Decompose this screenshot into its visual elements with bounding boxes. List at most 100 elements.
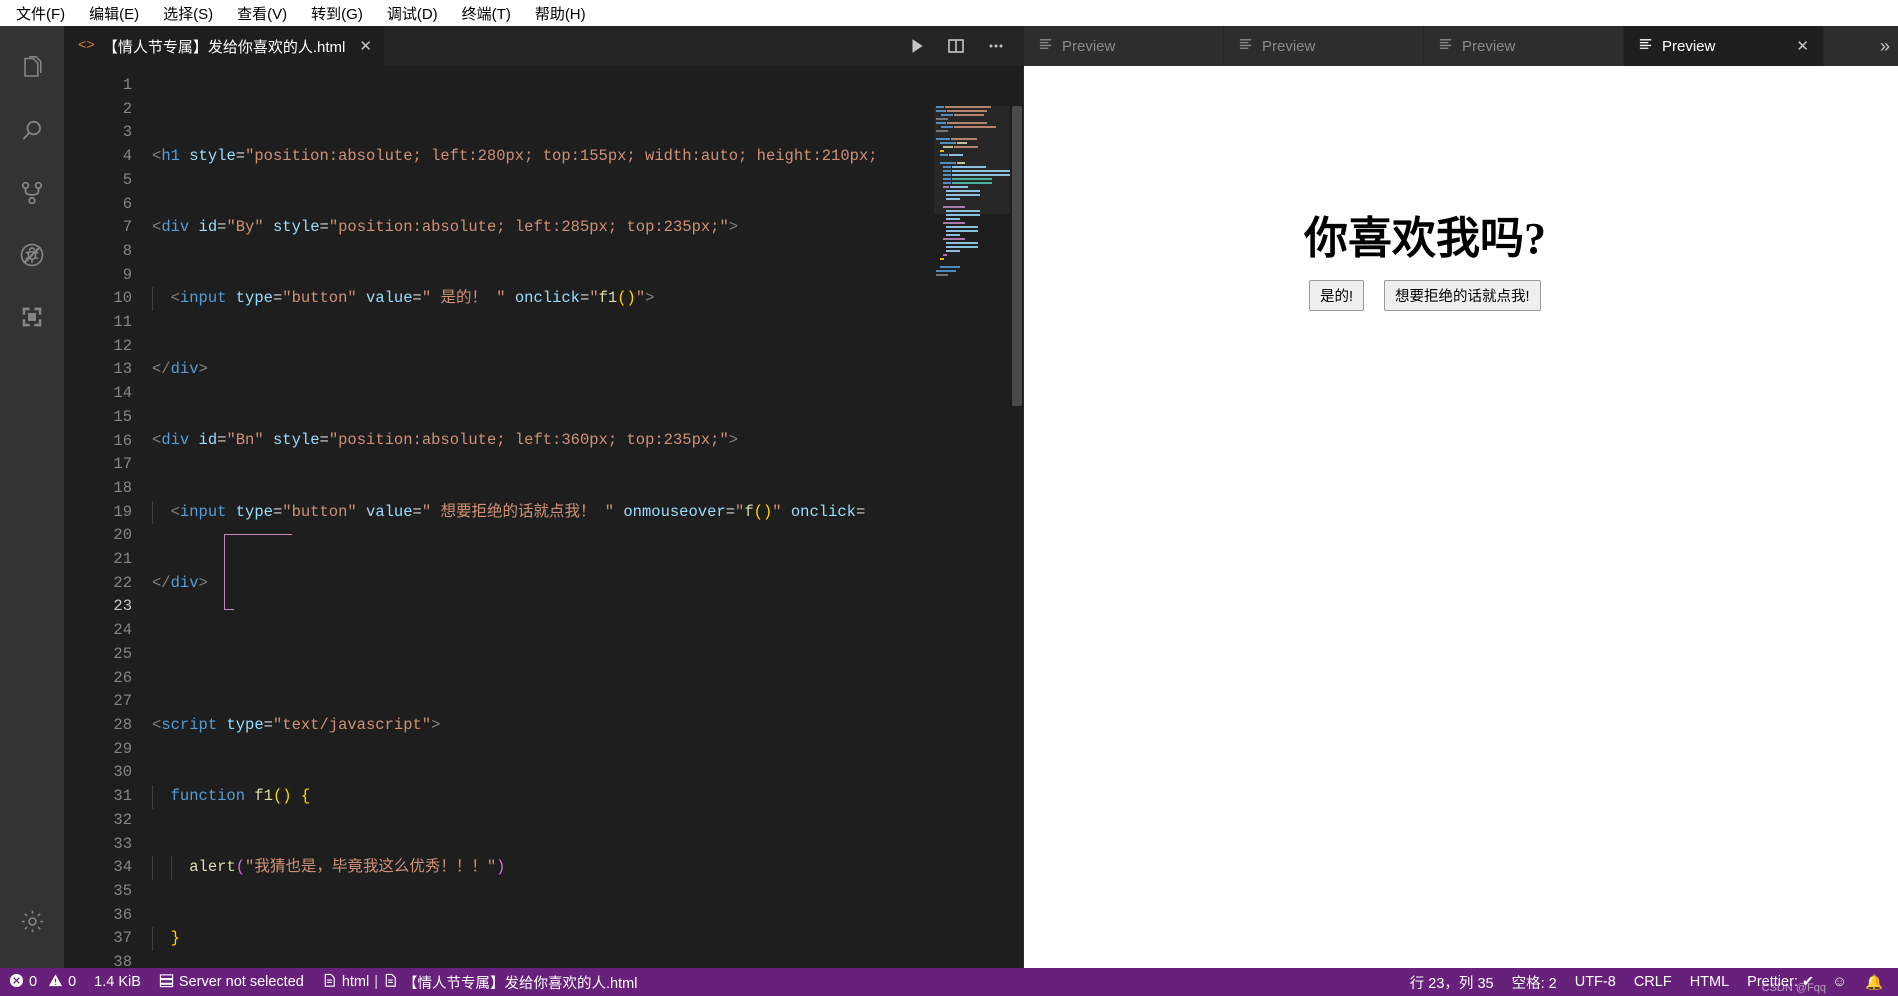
status-bar: 0 0 1.4 KiB Server not selected html | 【… [0, 968, 1898, 996]
status-prettier[interactable]: Prettier: ✔ [1738, 968, 1823, 996]
warning-icon [48, 973, 63, 992]
preview-icon [1038, 37, 1053, 56]
line-number: 19 [113, 502, 132, 521]
gear-icon[interactable] [0, 890, 64, 952]
code-line: </div> [152, 360, 208, 379]
menu-item-file[interactable]: 文件(F) [4, 1, 77, 26]
code-line: <input type="button" value=" 是的！ " oncli… [146, 287, 1024, 311]
preview-icon [1638, 37, 1653, 56]
menu-item-go[interactable]: 转到(G) [299, 1, 375, 26]
line-number: 22 [113, 573, 132, 592]
menu-item-terminal[interactable]: 终端(T) [450, 1, 523, 26]
preview-tab-4-active[interactable]: Preview ✕ [1624, 26, 1824, 66]
search-icon[interactable] [0, 100, 64, 162]
line-number: 33 [113, 834, 132, 853]
line-number: 35 [113, 881, 132, 900]
line-number: 32 [113, 810, 132, 829]
line-number: 8 [122, 241, 132, 260]
files-icon[interactable] [0, 38, 64, 100]
status-bar-right: 行 23，列 35 空格: 2 UTF-8 CRLF HTML Prettier… [1401, 968, 1898, 996]
preview-content: 你喜欢我吗? 是的! 想要拒绝的话就点我! [1024, 66, 1898, 968]
editor-tab-bar-filler [384, 26, 890, 66]
line-number: 37 [113, 929, 132, 948]
editor-tab-html-file[interactable]: <> 【情人节专属】发给你喜欢的人.html ✕ [64, 26, 385, 66]
preview-tab-label: Preview [1462, 37, 1516, 55]
menu-item-view[interactable]: 查看(V) [225, 1, 299, 26]
line-number: 11 [113, 313, 132, 332]
preview-icon [1438, 37, 1453, 56]
close-icon[interactable]: ✕ [1796, 37, 1809, 55]
debug-disabled-icon[interactable] [0, 224, 64, 286]
editor-scrollbar[interactable] [1010, 106, 1024, 968]
scope-bracket-guide [224, 534, 225, 610]
minimap[interactable] [934, 106, 1010, 968]
menu-item-edit[interactable]: 编辑(E) [77, 1, 151, 26]
preview-tab-3[interactable]: Preview [1424, 26, 1624, 66]
ellipsis-icon[interactable] [986, 36, 1006, 56]
editor-group: <> 【情人节专属】发给你喜欢的人.html ✕ 1 2 3 4 5 6 7 8… [64, 26, 1024, 968]
activity-bar [0, 26, 64, 968]
line-number: 5 [122, 170, 132, 189]
line-number: 26 [113, 668, 132, 687]
line-number: 18 [113, 478, 132, 497]
status-bar-left: 0 0 1.4 KiB Server not selected html | 【… [0, 968, 646, 996]
menu-item-selection[interactable]: 选择(S) [151, 1, 225, 26]
editor-tab-bar: <> 【情人节专属】发给你喜欢的人.html ✕ [64, 26, 1024, 66]
line-number-gutter: 1 2 3 4 5 6 7 8 9 10 11 12 13 14 15 16 1… [64, 66, 146, 968]
line-number: 3 [122, 123, 132, 142]
minimap-slider[interactable] [934, 106, 1010, 214]
code-line: <input type="button" value=" 想要拒绝的话就点我！ … [146, 500, 1024, 525]
preview-tab-2[interactable]: Preview [1224, 26, 1424, 66]
server-icon [159, 973, 174, 992]
line-number: 15 [113, 407, 132, 426]
line-number: 12 [113, 336, 132, 355]
code-lines[interactable]: <h1 style="position:absolute; left:280px… [146, 66, 1024, 968]
status-problems[interactable]: 0 0 [0, 968, 85, 996]
status-separator: | [374, 974, 379, 990]
line-number-current: 23 [113, 597, 132, 616]
play-icon[interactable] [908, 37, 926, 55]
line-number: 34 [113, 858, 132, 877]
preview-tab-label: Preview [1062, 37, 1116, 55]
yes-button[interactable]: 是的! [1309, 280, 1365, 311]
menu-item-debug[interactable]: 调试(D) [375, 1, 450, 26]
workbench-body: <> 【情人节专属】发给你喜欢的人.html ✕ 1 2 3 4 5 6 7 8… [0, 26, 1898, 968]
source-control-icon[interactable] [0, 162, 64, 224]
page-title: 你喜欢我吗? [1304, 214, 1546, 263]
menu-bar: 文件(F) 编辑(E) 选择(S) 查看(V) 转到(G) 调试(D) 终端(T… [0, 0, 1898, 26]
status-notifications-icon[interactable]: 🔔 [1856, 968, 1892, 996]
status-server[interactable]: Server not selected [150, 968, 313, 996]
status-cursor-position[interactable]: 行 23，列 35 [1401, 968, 1503, 996]
line-number: 29 [113, 739, 132, 758]
status-filename-label: 【情人节专属】发给你喜欢的人.html [403, 975, 638, 992]
line-number: 20 [113, 526, 132, 545]
menu-item-help[interactable]: 帮助(H) [523, 1, 598, 26]
close-icon[interactable]: ✕ [359, 37, 372, 55]
status-language-mode[interactable]: HTML [1681, 968, 1738, 996]
status-open-file[interactable]: html | 【情人节专属】发给你喜欢的人.html [313, 968, 647, 996]
line-number: 38 [113, 953, 132, 968]
line-number: 31 [113, 787, 132, 806]
editor-scrollbar-thumb[interactable] [1012, 106, 1022, 406]
preview-tab-label: Preview [1662, 37, 1716, 55]
line-number: 36 [113, 905, 132, 924]
reject-button[interactable]: 想要拒绝的话就点我! [1384, 280, 1541, 311]
code-line: <div id="By" style="position:absolute; l… [152, 218, 739, 237]
status-indentation[interactable]: 空格: 2 [1503, 968, 1566, 996]
code-line: </div> [152, 573, 208, 592]
code-line: <div id="Bn" style="position:absolute; l… [152, 431, 739, 450]
code-line: <h1 style="position:absolute; left:280px… [152, 147, 878, 166]
status-feedback-icon[interactable]: ☺ [1823, 968, 1856, 996]
preview-tab-bar-filler [1824, 26, 1872, 66]
error-icon [9, 973, 24, 992]
split-editor-icon[interactable] [946, 36, 966, 56]
preview-tabs-overflow-icon[interactable]: » [1872, 26, 1898, 66]
preview-tab-1[interactable]: Preview [1024, 26, 1224, 66]
code-editor[interactable]: 1 2 3 4 5 6 7 8 9 10 11 12 13 14 15 16 1… [64, 66, 1024, 968]
status-eol[interactable]: CRLF [1625, 968, 1681, 996]
status-file-size: 1.4 KiB [94, 974, 141, 990]
status-encoding[interactable]: UTF-8 [1566, 968, 1625, 996]
extensions-icon[interactable] [0, 286, 64, 348]
line-number: 1 [122, 76, 132, 94]
